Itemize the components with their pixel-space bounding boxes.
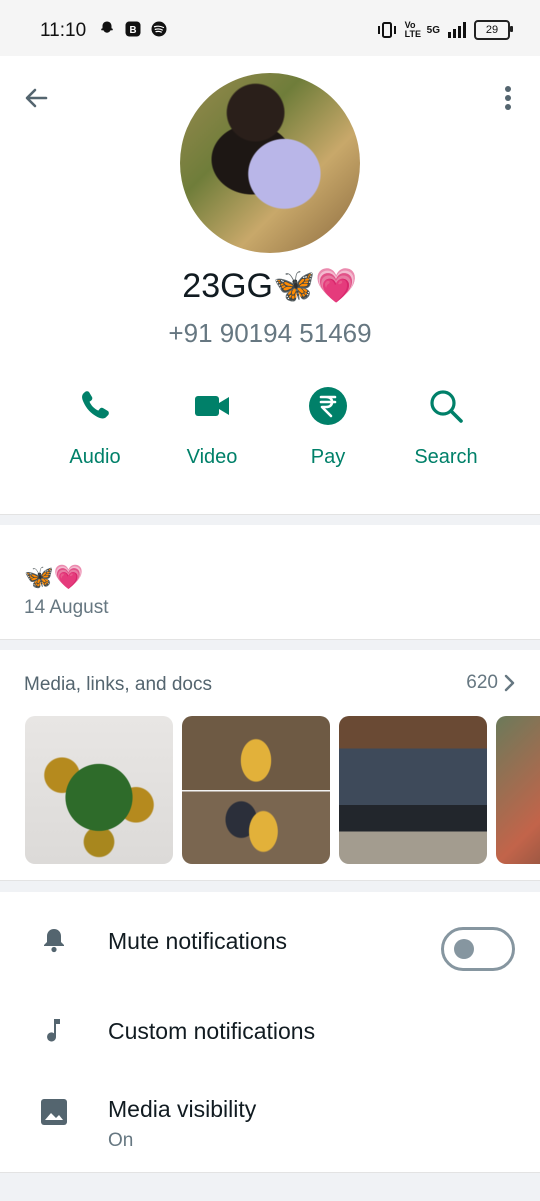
about-date: 14 August (24, 597, 109, 618)
section-divider (0, 1172, 540, 1201)
search-button[interactable]: Search (391, 386, 501, 469)
battery-level: 29 (485, 24, 499, 36)
media-thumbnail[interactable] (339, 716, 487, 864)
media-thumbnail[interactable] (25, 716, 173, 864)
battery-icon: 29 (474, 20, 513, 40)
media-count-link[interactable]: 620 (466, 672, 516, 694)
media-visibility-row[interactable]: Media visibility On (0, 1082, 540, 1172)
notification-settings: Mute notifications Custom notifications … (0, 892, 540, 1172)
media-thumbnails (25, 716, 540, 866)
contact-phone: +91 90194 51469 (168, 318, 372, 348)
volte-indicator: Vo LTE (404, 20, 421, 39)
b-app-icon: B (125, 21, 141, 37)
search-icon (430, 390, 463, 423)
more-options-icon[interactable] (496, 82, 520, 114)
contact-avatar[interactable] (180, 73, 360, 253)
about-text: 🦋💗 (24, 564, 84, 591)
status-system-icons: Vo LTE 5G 29 (377, 20, 513, 40)
signal-icon (448, 22, 466, 38)
video-label: Video (186, 446, 238, 468)
media-count: 620 (466, 672, 498, 693)
video-call-button[interactable]: Video (157, 386, 267, 469)
svg-text:B: B (129, 25, 136, 36)
spotify-icon (151, 21, 167, 37)
section-divider (0, 880, 540, 892)
mute-notifications-label: Mute notifications (108, 928, 287, 954)
action-buttons: Audio Video Pay Search (0, 386, 540, 486)
media-visibility-label: Media visibility (108, 1096, 257, 1122)
audio-call-button[interactable]: Audio (40, 386, 150, 469)
video-icon (195, 396, 229, 416)
pay-label: Pay (310, 446, 346, 468)
status-notification-icons: B (98, 20, 168, 38)
back-arrow-icon[interactable] (20, 82, 52, 114)
vibrate-icon (377, 22, 396, 38)
media-section: Media, links, and docs 620 (0, 650, 540, 880)
audio-label: Audio (69, 446, 121, 468)
status-bar: 11:10 B Vo LTE 5G 29 (0, 0, 540, 56)
bell-icon (44, 929, 64, 953)
snapchat-icon (101, 21, 113, 33)
media-visibility-value: On (108, 1130, 134, 1151)
phone-icon (82, 391, 109, 419)
contact-name: 23GG🦋💗 (182, 267, 358, 305)
about-section[interactable]: 🦋💗 14 August (0, 525, 540, 638)
search-label: Search (414, 446, 478, 468)
rupee-icon (309, 387, 347, 425)
chevron-right-icon (504, 674, 515, 692)
status-time: 11:10 (40, 20, 87, 41)
network-type: 5G (426, 24, 440, 36)
media-thumbnail[interactable] (182, 716, 330, 864)
pay-button[interactable]: Pay (273, 386, 383, 469)
image-icon (41, 1099, 67, 1125)
toggle-knob (454, 939, 474, 959)
contact-header: 23GG🦋💗 +91 90194 51469 Audio Video Pay S… (0, 56, 540, 514)
media-thumbnail[interactable] (496, 716, 540, 864)
custom-notifications-label: Custom notifications (108, 1018, 316, 1044)
mute-toggle[interactable] (441, 927, 515, 971)
music-note-icon (47, 1019, 60, 1042)
mute-notifications-row[interactable]: Mute notifications (0, 902, 540, 982)
media-title[interactable]: Media, links, and docs (24, 674, 212, 696)
custom-notifications-row[interactable]: Custom notifications (0, 992, 540, 1072)
